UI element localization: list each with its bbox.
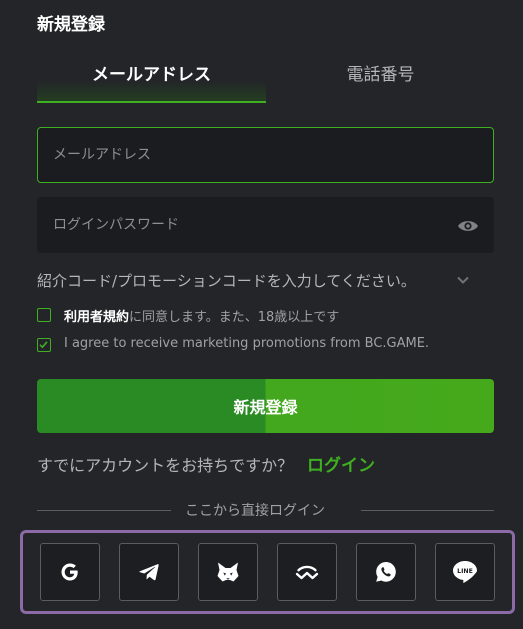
terms-suffix: に同意します。また、18歳以上です bbox=[129, 310, 340, 325]
line-login-button[interactable]: LINE bbox=[435, 543, 495, 601]
terms-checkbox[interactable] bbox=[37, 308, 51, 322]
checkmark-icon bbox=[39, 341, 48, 349]
terms-link[interactable]: 利用者規約 bbox=[64, 310, 129, 325]
divider-right bbox=[361, 510, 494, 511]
email-input[interactable] bbox=[38, 128, 493, 182]
terms-row: 利用者規約に同意します。また、18歳以上です bbox=[37, 306, 497, 326]
email-field-wrapper bbox=[37, 127, 494, 183]
svg-text:LINE: LINE bbox=[457, 568, 473, 575]
promo-code-label: 紹介コード/プロモーションコードを入力してください。 bbox=[37, 272, 416, 290]
google-login-button[interactable] bbox=[40, 543, 100, 601]
divider-left bbox=[37, 510, 171, 511]
login-method-tabs: メールアドレス 電話番号 bbox=[37, 55, 494, 103]
metamask-icon bbox=[216, 561, 240, 583]
whatsapp-login-button[interactable] bbox=[356, 543, 416, 601]
marketing-text: I agree to receive marketing promotions … bbox=[64, 336, 430, 351]
whatsapp-icon bbox=[374, 560, 398, 584]
marketing-checkbox[interactable] bbox=[37, 338, 51, 352]
marketing-row: I agree to receive marketing promotions … bbox=[37, 336, 497, 356]
terms-text: 利用者規約に同意します。また、18歳以上です bbox=[64, 306, 339, 325]
password-input[interactable] bbox=[38, 198, 493, 252]
have-account-text: すでにアカウントをお持ちですか？ bbox=[37, 456, 294, 475]
password-field-wrapper bbox=[37, 197, 494, 253]
page-title: 新規登録 bbox=[37, 15, 105, 35]
login-link[interactable]: ログイン bbox=[307, 451, 375, 476]
google-icon bbox=[59, 561, 81, 583]
line-icon: LINE bbox=[451, 559, 479, 585]
walletconnect-icon bbox=[295, 564, 319, 580]
social-login-heading: ここから直接ログイン bbox=[185, 503, 325, 519]
telegram-icon bbox=[138, 561, 160, 583]
walletconnect-login-button[interactable] bbox=[277, 543, 337, 601]
promo-code-toggle[interactable]: 紹介コード/プロモーションコードを入力してください。 bbox=[37, 270, 477, 296]
metamask-login-button[interactable] bbox=[198, 543, 258, 601]
telegram-login-button[interactable] bbox=[119, 543, 179, 601]
tab-email[interactable]: メールアドレス bbox=[37, 55, 266, 103]
eye-icon[interactable] bbox=[457, 218, 479, 234]
chevron-down-icon bbox=[457, 276, 469, 284]
register-button[interactable]: 新規登録 bbox=[37, 379, 494, 433]
tab-phone[interactable]: 電話番号 bbox=[266, 55, 495, 101]
